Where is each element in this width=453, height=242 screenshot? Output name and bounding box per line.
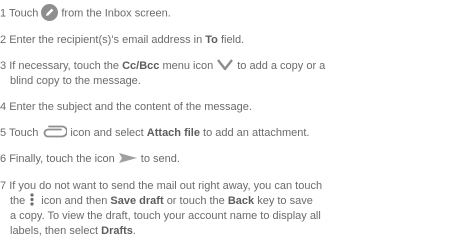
step-keyword: Attach file: [146, 127, 200, 139]
step-text: icon and then: [41, 195, 108, 207]
step-keyword: Drafts: [101, 225, 133, 237]
step-7-continued: labels, then select Drafts.: [10, 224, 453, 239]
step-text: the: [10, 195, 26, 207]
step-text: Enter the subject and the content of the…: [9, 101, 252, 113]
step-5: 5 Touch icon and select Attach file to ad…: [0, 125, 450, 141]
step-text: a copy. To view the draft, touch your ac…: [10, 210, 321, 222]
step-2: 2 Enter the recipient(s)’s email address…: [0, 33, 450, 48]
step-number: 5: [0, 127, 7, 139]
step-number: 3: [0, 60, 7, 72]
step-1: 1 Touch from the Inbox screen.: [0, 4, 450, 22]
more-vertical-icon: [29, 192, 35, 206]
step-text: If you do not want to send the mail out …: [9, 180, 323, 192]
step-3: 3 If necessary, touch the Cc/Bcc menu ic…: [0, 59, 450, 74]
step-text: to add an attachment.: [203, 127, 310, 139]
step-7-continued: a copy. To view the draft, touch your ac…: [10, 209, 453, 224]
step-number: 2: [0, 34, 7, 46]
step-number: 4: [0, 101, 7, 113]
step-text: from the Inbox screen.: [61, 7, 171, 20]
step-text: Touch: [8, 127, 39, 139]
step-keyword: Back: [227, 195, 255, 207]
step-keyword: Cc/Bcc: [122, 60, 160, 72]
send-icon: [118, 152, 138, 164]
step-text: or touch the: [166, 195, 225, 207]
step-text: icon and select: [70, 127, 144, 139]
step-3-continued: blind copy to the message.: [10, 74, 453, 89]
step-text: labels, then select: [10, 225, 99, 237]
paperclip-icon: [41, 125, 69, 139]
step-text: blind copy to the message.: [10, 75, 141, 87]
step-text: .: [132, 225, 136, 237]
step-number: 1: [0, 7, 7, 20]
step-text: menu icon: [162, 60, 214, 72]
step-6: 6 Finally, touch the icon to send.: [0, 152, 450, 167]
step-keyword: Save draft: [110, 195, 164, 207]
step-text: key to save: [257, 195, 313, 207]
step-text: Finally, touch the icon: [9, 153, 115, 165]
step-text: Enter the recipient(s)’s email address i…: [9, 34, 203, 46]
step-text: If necessary, touch the: [9, 60, 120, 72]
step-text: field.: [220, 34, 245, 46]
step-7: 7 If you do not want to send the mail ou…: [0, 179, 450, 194]
step-text: to add a copy or a: [237, 60, 326, 72]
step-number: 6: [0, 153, 7, 165]
step-text: Touch: [8, 7, 39, 20]
step-4: 4 Enter the subject and the content of t…: [0, 100, 450, 115]
step-text: to send.: [140, 153, 180, 165]
step-keyword: To: [205, 34, 218, 46]
step-7-continued: the icon and then Save draft or touch the…: [10, 192, 453, 209]
chevron-down-icon: [216, 59, 234, 71]
step-number: 7: [0, 180, 7, 192]
pencil-icon: [41, 4, 59, 21]
